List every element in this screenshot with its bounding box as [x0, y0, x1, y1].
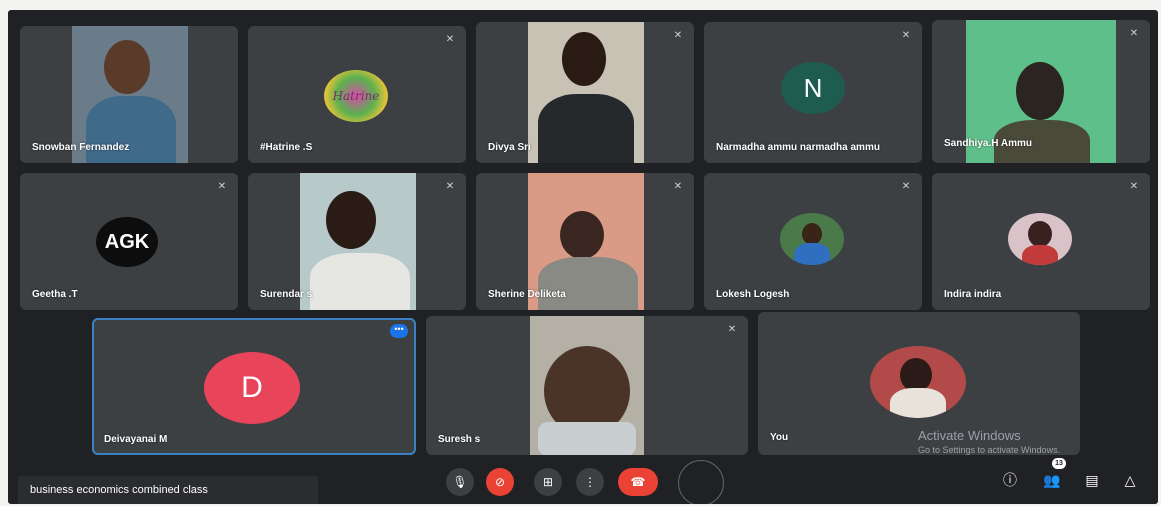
- participant-tile[interactable]: ✕ Surendar s: [248, 173, 466, 310]
- chat-button[interactable]: ▤: [1080, 468, 1104, 492]
- participant-tile[interactable]: ✕ Lokesh Logesh: [704, 173, 922, 310]
- participant-name: Surendar s: [260, 289, 313, 300]
- mic-off-icon: ✕: [217, 181, 227, 192]
- meeting-screen: Snowban Fernandez ✕ Hatrine #Hatrine .S …: [8, 10, 1158, 504]
- participant-name: Sherine Deliketa: [488, 289, 566, 300]
- mic-off-icon: ✕: [901, 181, 911, 192]
- more-vert-icon: ⋮: [584, 475, 596, 489]
- mic-off-icon: ✕: [445, 34, 455, 45]
- participant-photo: [870, 346, 966, 418]
- logo-text: AGK: [104, 230, 150, 253]
- watermark-title: Activate Windows: [918, 428, 1021, 443]
- participant-tile[interactable]: ✕ AGK Geetha .T: [20, 173, 238, 310]
- participant-tile-active[interactable]: ••• D Deivayanai M: [92, 318, 416, 455]
- activate-windows-watermark: Activate Windows Go to Settings to activ…: [918, 428, 1060, 455]
- mic-off-icon: ✕: [1129, 28, 1139, 39]
- present-button[interactable]: ⊞: [534, 468, 562, 496]
- participant-name: Deivayanai M: [104, 434, 168, 445]
- participant-tile[interactable]: ✕ Indira indira: [932, 173, 1150, 310]
- participant-tile[interactable]: ✕ N Narmadha ammu narmadha ammu: [704, 22, 922, 163]
- participant-video: [528, 22, 644, 163]
- hangup-button[interactable]: ☎: [618, 468, 658, 496]
- meeting-title: business economics combined class: [18, 476, 318, 504]
- info-button[interactable]: ⓘ: [998, 468, 1022, 492]
- participant-name: Sandhiya.H Ammu: [944, 138, 1032, 149]
- participant-video: [300, 173, 416, 310]
- mic-off-icon: ✕: [673, 181, 683, 192]
- people-count-badge: 13: [1052, 458, 1066, 469]
- mic-off-icon: ✕: [901, 30, 911, 41]
- participant-photo: [780, 213, 844, 265]
- participant-photo: [1008, 213, 1072, 265]
- participant-name: Lokesh Logesh: [716, 289, 790, 300]
- participant-tile[interactable]: ✕ Divya Sri: [476, 22, 694, 163]
- mic-off-icon: ✕: [1129, 181, 1139, 192]
- participant-tile[interactable]: ✕ Sandhiya.H Ammu: [932, 20, 1150, 163]
- participant-name: Snowban Fernandez: [32, 142, 130, 153]
- present-icon: ⊞: [542, 475, 554, 489]
- participant-name: #Hatrine .S: [260, 142, 313, 153]
- info-icon: ⓘ: [1003, 472, 1017, 488]
- participant-video: [530, 316, 644, 455]
- reaction-button[interactable]: [678, 460, 724, 504]
- participant-avatar: D: [204, 352, 300, 424]
- chat-icon: ▤: [1085, 472, 1099, 488]
- people-button[interactable]: 👥: [1040, 468, 1064, 492]
- participant-name: You: [770, 432, 789, 443]
- more-options-menu-button[interactable]: ⋮: [576, 468, 604, 496]
- participant-tile[interactable]: ✕ Sherine Deliketa: [476, 173, 694, 310]
- participant-name: Geetha .T: [32, 289, 78, 300]
- mic-button[interactable]: 🎙: [446, 468, 474, 496]
- participant-logo: Hatrine: [324, 70, 388, 122]
- participant-avatar: N: [781, 62, 845, 114]
- watermark-subtitle: Go to Settings to activate Windows.: [918, 445, 1061, 455]
- participant-logo: AGK: [96, 217, 158, 267]
- activities-button[interactable]: △: [1118, 468, 1142, 492]
- participant-name: Indira indira: [944, 289, 1002, 300]
- mic-off-icon: ✕: [727, 324, 737, 335]
- hangup-icon: ☎: [630, 475, 646, 489]
- avatar-letter: N: [803, 72, 823, 103]
- participant-name: Narmadha ammu narmadha ammu: [716, 142, 880, 153]
- participant-tile[interactable]: ✕ Suresh s: [426, 316, 748, 455]
- mic-off-icon: ✕: [673, 30, 683, 41]
- mic-off-icon: ✕: [445, 181, 455, 192]
- logo-text: Hatrine: [332, 89, 380, 103]
- participant-name: Divya Sri: [488, 142, 531, 153]
- participant-tile[interactable]: Snowban Fernandez: [20, 26, 238, 163]
- more-options-button[interactable]: •••: [390, 324, 408, 338]
- mic-icon: 🎙: [452, 475, 468, 489]
- avatar-letter: D: [241, 371, 263, 404]
- activities-icon: △: [1124, 472, 1136, 488]
- camera-off-icon: ⊘: [494, 475, 506, 489]
- camera-button[interactable]: ⊘: [486, 468, 514, 496]
- participant-tile[interactable]: ✕ Hatrine #Hatrine .S: [248, 26, 466, 163]
- participant-name: Suresh s: [438, 434, 481, 445]
- people-icon: 👥: [1043, 472, 1061, 488]
